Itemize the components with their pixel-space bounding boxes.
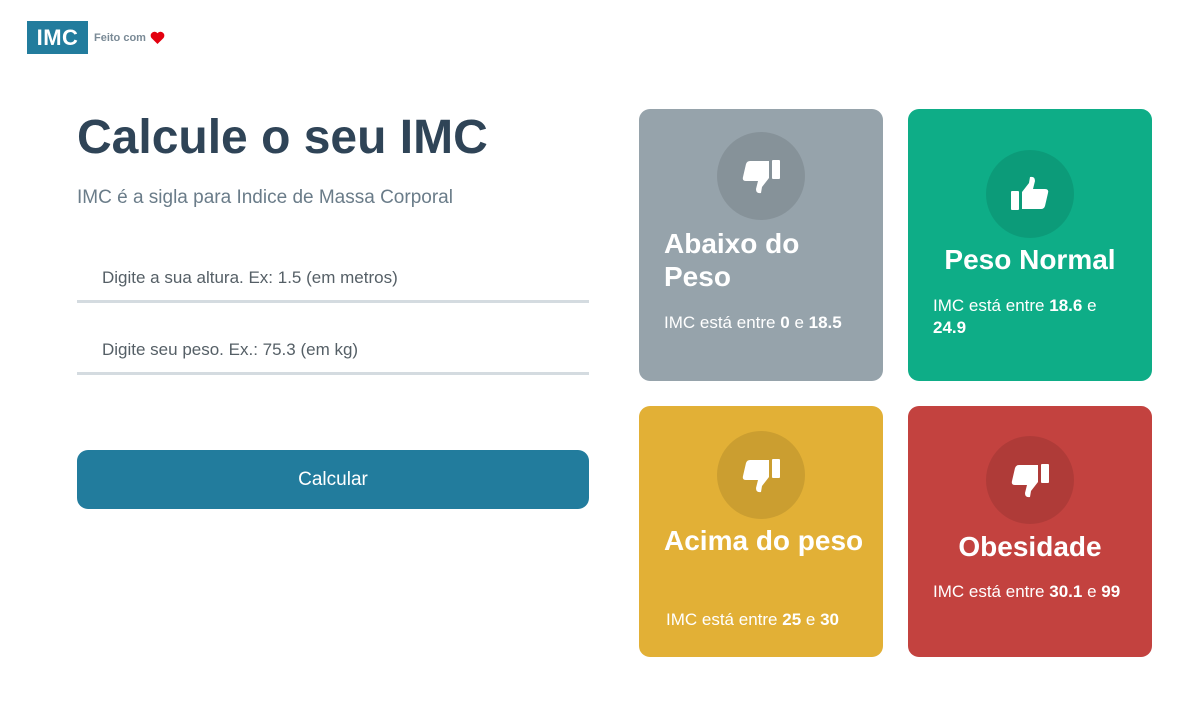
card-overweight: Acima do peso IMC está entre 25 e 30 <box>639 406 883 657</box>
weight-input[interactable] <box>77 327 589 372</box>
range-prefix: IMC está entre <box>666 610 778 629</box>
range-min: 18.6 <box>1049 296 1083 315</box>
height-input[interactable] <box>77 255 589 300</box>
range-sep: e <box>805 610 816 629</box>
calculator-panel: Calcule o seu IMC IMC é a sigla para Ind… <box>77 110 589 509</box>
range-min: 25 <box>782 610 802 629</box>
range-sep: e <box>1087 582 1097 601</box>
card-normal: Peso Normal IMC está entre 18.6 e 24.9 <box>908 109 1152 381</box>
card-range: IMC está entre 30.1 e 99 <box>933 581 1133 603</box>
page-title: Calcule o seu IMC <box>77 111 488 164</box>
calculate-button[interactable]: Calcular <box>77 450 589 509</box>
thumbs-down-icon <box>717 431 805 519</box>
logo[interactable]: IMC <box>27 21 88 54</box>
card-range: IMC está entre 0 e 18.5 <box>664 312 864 334</box>
range-prefix: IMC está entre <box>933 582 1045 601</box>
range-max: 30 <box>820 610 840 629</box>
card-range: IMC está entre 25 e 30 <box>666 609 880 631</box>
heart-icon <box>150 31 165 44</box>
thumbs-up-icon <box>986 150 1074 238</box>
range-sep: e <box>1087 296 1097 315</box>
card-title: Abaixo do Peso <box>664 228 800 292</box>
height-field <box>77 255 589 303</box>
range-sep: e <box>794 313 804 332</box>
range-prefix: IMC está entre <box>664 313 776 332</box>
made-with: Feito com <box>94 31 165 44</box>
made-with-text: Feito com <box>94 31 146 44</box>
range-prefix: IMC está entre <box>933 296 1045 315</box>
thumbs-down-icon <box>717 132 805 220</box>
range-max: 18.5 <box>808 313 842 332</box>
card-obesity: Obesidade IMC está entre 30.1 e 99 <box>908 406 1152 657</box>
thumbs-down-icon <box>986 436 1074 524</box>
card-range: IMC está entre 18.6 e 24.9 <box>933 295 1133 339</box>
card-underweight: Abaixo do Peso IMC está entre 0 e 18.5 <box>639 109 883 381</box>
range-min: 30.1 <box>1049 582 1083 601</box>
card-title: Obesidade <box>958 531 1102 562</box>
card-title: Acima do peso <box>664 525 864 556</box>
page-subtitle: IMC é a sigla para Indice de Massa Corpo… <box>77 187 453 208</box>
range-min: 0 <box>780 313 790 332</box>
card-title: Peso Normal <box>944 244 1116 275</box>
weight-field <box>77 327 589 375</box>
range-max: 24.9 <box>933 318 967 337</box>
range-max: 99 <box>1101 582 1121 601</box>
header: IMC Feito com <box>27 21 165 54</box>
